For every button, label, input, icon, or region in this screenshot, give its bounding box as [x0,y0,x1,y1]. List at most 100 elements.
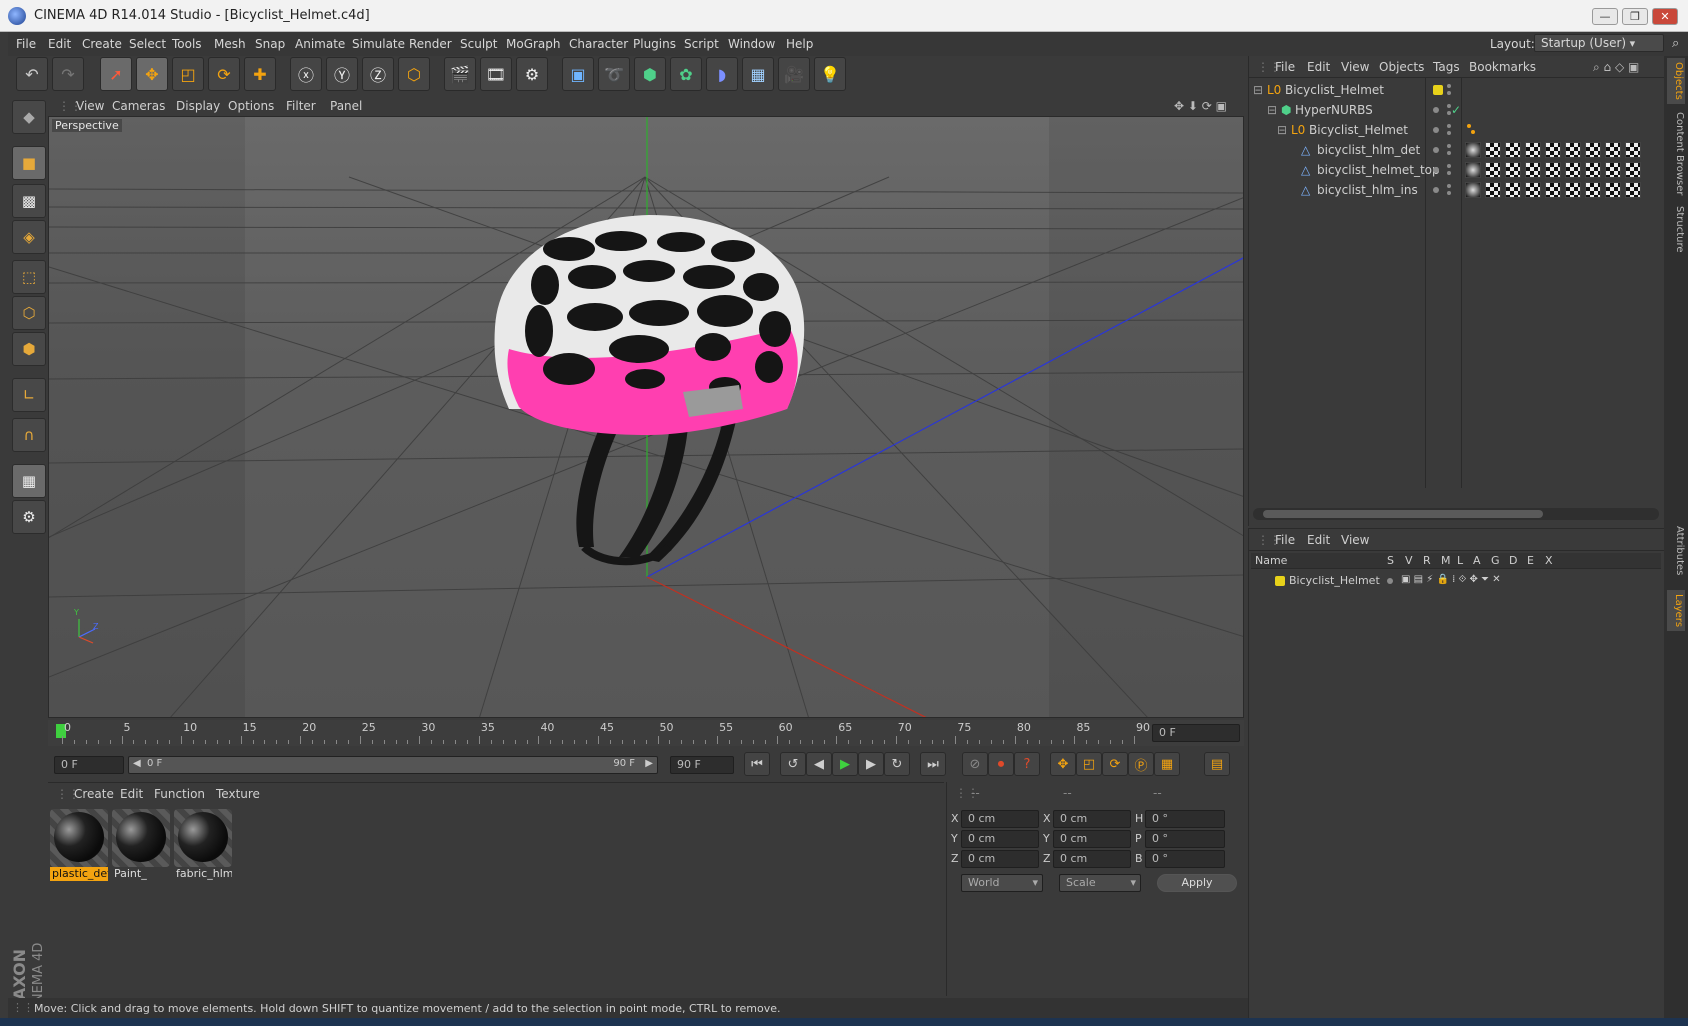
object-menu-objects[interactable]: Objects [1379,60,1424,74]
end-frame-field[interactable]: 90 F [670,756,734,774]
keyframe-selection-icon[interactable]: ? [1014,752,1040,776]
column-generators[interactable]: G [1491,554,1500,567]
object-menu-edit[interactable]: Edit [1307,60,1330,74]
apply-button[interactable]: Apply [1157,874,1237,892]
menu-mograph[interactable]: MoGraph [506,37,561,51]
menu-window[interactable]: Window [728,37,775,51]
render-settings-icon[interactable]: ⚙ [516,57,548,91]
redo-icon[interactable]: ↷ [52,57,84,91]
viewport-menu-panel[interactable]: Panel [330,99,362,113]
object-tags[interactable] [1465,142,1641,158]
menu-tools[interactable]: Tools [172,37,202,51]
column-deformers[interactable]: D [1509,554,1517,567]
menu-animate[interactable]: Animate [295,37,345,51]
frame-range-slider[interactable]: ◀ 0 F 90 F ▶ [128,756,658,774]
undo-icon[interactable]: ↶ [16,57,48,91]
object-tags[interactable] [1465,162,1641,178]
workplane-mode-icon[interactable]: ◈ [12,220,46,254]
size-x-field[interactable]: 0 cm [1053,810,1131,828]
light-icon[interactable]: 💡 [814,57,846,91]
object-horizontal-scrollbar[interactable] [1253,508,1659,520]
rotate-tool-icon[interactable]: ⟳ [208,57,240,91]
live-selection-icon[interactable]: ➚ [100,57,132,91]
column-xref[interactable]: X [1545,554,1553,567]
object-tags[interactable] [1465,182,1641,198]
material-menu-create[interactable]: Create [74,787,114,801]
viewport-menu-filter[interactable]: Filter [286,99,316,113]
edges-mode-icon[interactable]: ⬡ [12,296,46,330]
layer-row[interactable]: Bicyclist_Helmet ▣ ▤ ⚡ 🔒 ⁞ ⟐ ✥ ⏷ ✕ [1249,571,1665,591]
position-x-field[interactable]: 0 cm [961,810,1039,828]
rotation-h-field[interactable]: 0 ° [1145,810,1225,828]
material-menu-function[interactable]: Function [154,787,205,801]
key-rotation-icon[interactable]: ⟳ [1102,752,1128,776]
tab-attributes[interactable]: Attributes [1667,526,1685,575]
rotation-b-field[interactable]: 0 ° [1145,850,1225,868]
sculpt-mode-icon[interactable]: ⚙ [12,500,46,534]
object-row[interactable]: ⊟ L0 Bicyclist_Helmet [1249,120,1665,140]
nurbs-icon[interactable]: ⬢ [634,57,666,91]
axis-mode-icon[interactable]: ∟ [12,378,46,412]
layer-menu-file[interactable]: File [1275,533,1295,547]
object-menu-tags[interactable]: Tags [1433,60,1460,74]
add-tool-icon[interactable]: ✚ [244,57,276,91]
menu-plugins[interactable]: Plugins [633,37,676,51]
layer-menu-edit[interactable]: Edit [1307,533,1330,547]
menu-character[interactable]: Character [569,37,628,51]
menu-help[interactable]: Help [786,37,813,51]
deformer-icon[interactable]: ◗ [706,57,738,91]
scale-tool-icon[interactable]: ◰ [172,57,204,91]
layer-color-swatch[interactable] [1433,85,1443,95]
tab-content-browser[interactable]: Content Browser [1667,112,1685,195]
column-solo[interactable]: S [1387,554,1394,567]
camera-icon[interactable]: 🎥 [778,57,810,91]
key-parameter-icon[interactable]: Ⓟ [1128,752,1154,776]
object-menu-file[interactable]: File [1275,60,1295,74]
timeline-ruler[interactable]: 0 5 10 15 20 25 30 35 40 45 50 55 60 65 70 75 80 85 90 0 F [48,720,1244,746]
coordinate-space-select[interactable]: World ▾ [961,874,1043,892]
coordinate-system-icon[interactable]: ⬡ [398,57,430,91]
column-view[interactable]: V [1405,554,1413,567]
material-menu-texture[interactable]: Texture [216,787,260,801]
column-render[interactable]: R [1423,554,1431,567]
floor-icon[interactable]: ▦ [742,57,774,91]
y-axis-lock-icon[interactable]: Ⓨ [326,57,358,91]
object-search-icons[interactable]: ⌕ ⌂ ◇ ▣ [1593,60,1639,75]
viewport-navigate-icons[interactable]: ✥ ⬇ ⟳ ▣ [1174,99,1227,113]
autokey-icon[interactable]: ⏺ [988,752,1014,776]
coordinate-mode-select[interactable]: Scale ▾ [1059,874,1141,892]
x-axis-lock-icon[interactable]: ⓧ [290,57,322,91]
column-animation[interactable]: A [1473,554,1481,567]
layout-select[interactable]: Startup (User) ▾ [1534,34,1664,52]
perspective-viewport[interactable]: Perspective Y Z [48,116,1244,718]
viewport-menu-options[interactable]: Options [228,99,274,113]
tab-structure[interactable]: Structure [1667,206,1685,253]
points-mode-icon[interactable]: ⬚ [12,260,46,294]
snap-magnet-icon[interactable]: ∩ [12,418,46,452]
column-locked[interactable]: L [1457,554,1463,567]
search-icon[interactable]: ⌕ [1672,36,1679,51]
next-key-icon[interactable]: ↻ [884,752,910,776]
layer-color-swatch[interactable] [1275,576,1285,586]
object-row[interactable]: ⊟ ⬢ HyperNURBS ✓ [1249,100,1665,120]
maximize-button[interactable]: ❐ [1622,8,1648,25]
material-menu-edit[interactable]: Edit [120,787,143,801]
render-view-icon[interactable]: 🎬 [444,57,476,91]
menu-file[interactable]: File [16,37,36,51]
go-to-end-icon[interactable]: ⏭ [920,752,946,776]
object-menu-view[interactable]: View [1341,60,1369,74]
column-name[interactable]: Name [1255,554,1287,567]
spline-pen-icon[interactable]: ➰ [598,57,630,91]
render-picture-viewer-icon[interactable]: 🎞 [480,57,512,91]
polygons-mode-icon[interactable]: ⬢ [12,332,46,366]
key-pla-icon[interactable]: ▦ [1154,752,1180,776]
minimize-button[interactable]: — [1592,8,1618,25]
object-row[interactable]: △ bicyclist_helmet_top [1249,160,1665,180]
column-manager[interactable]: M [1441,554,1451,567]
go-to-start-icon[interactable]: ⏮ [744,752,770,776]
current-frame-field[interactable]: 0 F [1152,724,1240,742]
key-scale-icon[interactable]: ◰ [1076,752,1102,776]
previous-frame-icon[interactable]: ◀ [806,752,832,776]
material-swatch-fabric-hlm[interactable]: fabric_hlm [174,809,232,880]
cube-primitive-icon[interactable]: ▣ [562,57,594,91]
